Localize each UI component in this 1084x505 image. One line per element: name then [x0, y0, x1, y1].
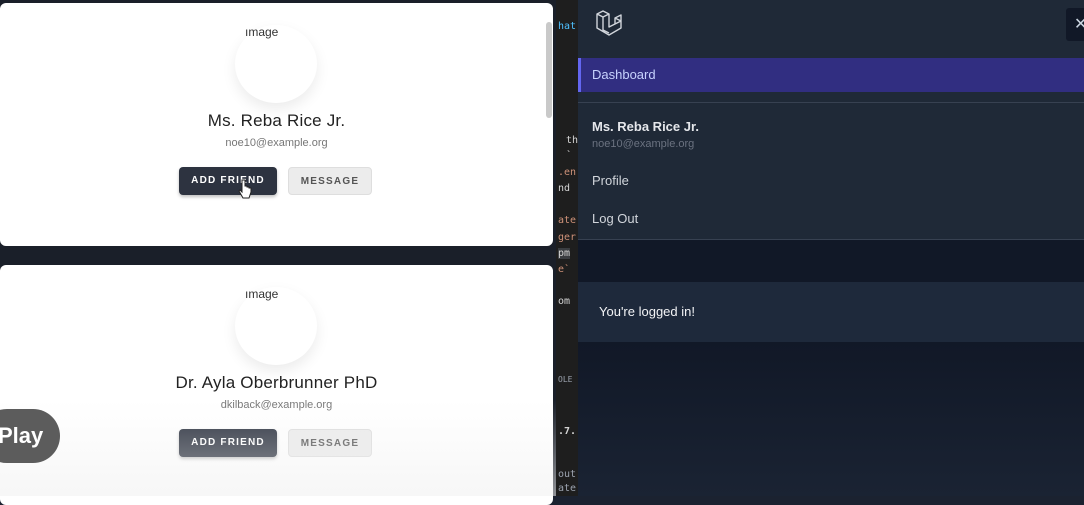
add-friend-button[interactable]: ADD FRIEND: [179, 167, 277, 195]
code-fragment: nd: [558, 183, 571, 194]
card-user-name: Dr. Ayla Oberbrunner PhD: [175, 373, 378, 392]
code-fragment: ate: [558, 215, 577, 226]
code-fragment: ate: [558, 483, 577, 494]
scrollbar-thumb[interactable]: [546, 22, 552, 118]
code-fragment: .en: [558, 167, 577, 178]
logged-in-message: You're logged in!: [599, 304, 695, 319]
avatar-alt-text: ımage: [245, 25, 279, 39]
nav-user-name: Ms. Reba Rice Jr.: [592, 119, 699, 134]
header-band: [578, 240, 1084, 282]
card-user-email: dkilback@example.org: [220, 399, 333, 411]
laravel-logo-icon: [596, 10, 622, 36]
play-button[interactable]: Play: [0, 409, 60, 463]
code-fragment: .7.: [558, 426, 577, 437]
add-friend-button[interactable]: ADD FRIEND: [179, 429, 277, 457]
responsive-nav-panel: ✕ Dashboard Ms. Reba Rice Jr. noe10@exam…: [578, 0, 1084, 496]
code-editor-strip: hat th ` .en nd ate ger pm e` om OLE .7.…: [556, 0, 578, 496]
code-fragment: pm: [558, 248, 571, 259]
divider: [578, 102, 1084, 103]
nav-link-label: Dashboard: [592, 67, 656, 82]
code-fragment: e`: [558, 264, 571, 275]
code-fragment: out: [558, 469, 577, 480]
browser-pane: ımage Ms. Reba Rice Jr. noe10@example.or…: [0, 0, 556, 505]
code-fragment: hat: [558, 21, 577, 32]
message-button[interactable]: MESSAGE: [288, 429, 372, 457]
code-fragment: `: [566, 150, 573, 161]
message-button[interactable]: MESSAGE: [288, 167, 372, 195]
user-card: ımage Ms. Reba Rice Jr. noe10@example.or…: [0, 3, 553, 246]
code-fragment: om: [558, 296, 571, 307]
close-icon[interactable]: ✕: [1066, 8, 1084, 41]
page-background: [578, 342, 1084, 496]
code-fragment: OLE: [558, 375, 573, 384]
card-user-name: Ms. Reba Rice Jr.: [207, 111, 346, 130]
nav-user-email: noe10@example.org: [592, 138, 695, 150]
nav-link-dashboard[interactable]: Dashboard: [578, 58, 1084, 92]
nav-link-logout[interactable]: Log Out: [592, 211, 638, 226]
avatar-alt-text: ımage: [245, 287, 279, 301]
nav-link-profile[interactable]: Profile: [592, 173, 629, 188]
code-fragment: th: [566, 135, 578, 146]
hand-cursor-icon: [238, 179, 252, 199]
code-fragment: ger: [558, 232, 577, 243]
card-user-email: noe10@example.org: [225, 137, 328, 149]
dashboard-card: You're logged in!: [578, 282, 1084, 342]
user-card: ımage Dr. Ayla Oberbrunner PhD dkilback@…: [0, 265, 553, 505]
